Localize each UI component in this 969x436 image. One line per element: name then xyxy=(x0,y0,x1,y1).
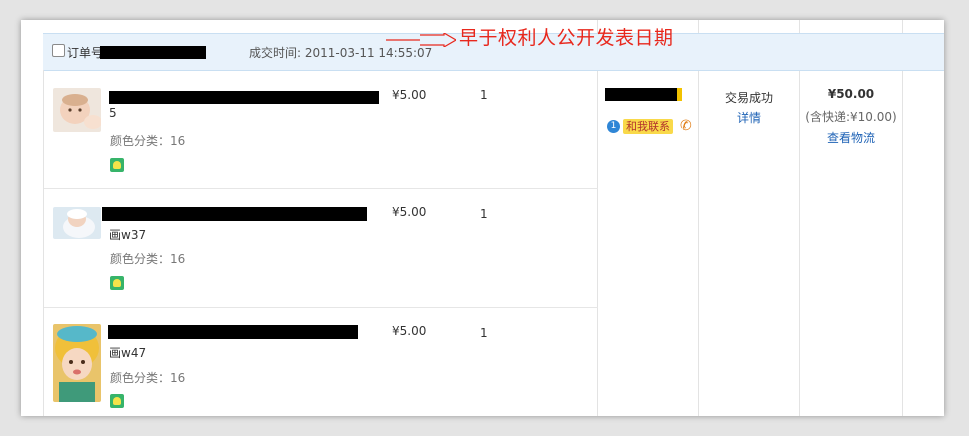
order-number-redacted xyxy=(100,46,206,59)
arrow-right-icon xyxy=(386,33,456,47)
tag-icon xyxy=(110,394,124,408)
column-divider xyxy=(799,20,800,416)
seller-badge-icon xyxy=(677,88,682,101)
shipping-fee: (含快递:¥10.00) xyxy=(805,110,897,124)
item-price: ¥5.00 xyxy=(392,205,427,219)
list-item: 画w47 颜色分类：16 ¥5.00 1 xyxy=(44,308,598,416)
item-price: ¥5.00 xyxy=(392,324,427,338)
trade-status: 交易成功 xyxy=(724,91,773,105)
product-title-redacted[interactable] xyxy=(108,325,358,339)
order-total: ¥50.00 xyxy=(827,87,875,101)
product-title-redacted[interactable] xyxy=(109,91,379,104)
annotation-note: 早于权利人公开发表日期 xyxy=(459,27,674,49)
tag-icon xyxy=(110,158,124,172)
product-title-tail[interactable]: 画w47 xyxy=(109,344,146,361)
color-category: 颜色分类：16 xyxy=(110,252,186,266)
list-item: 5 颜色分类：16 ¥5.00 1 xyxy=(44,70,598,189)
list-item: 画w37 颜色分类：16 ¥5.00 1 xyxy=(44,189,598,308)
color-category: 颜色分类：16 xyxy=(110,371,186,385)
order-number-label: 订单号 xyxy=(67,46,104,60)
item-list: 5 颜色分类：16 ¥5.00 1 画w37 颜色分类：16 ¥5.00 1 画… xyxy=(43,70,598,416)
order-panel: 订单号 成交时间: 2011-03-11 14:55:07 早于权利人公开发表日… xyxy=(21,20,944,416)
item-price: ¥5.00 xyxy=(392,88,427,102)
contact-label: 和我联系 xyxy=(623,118,673,134)
order-detail-link[interactable]: 详情 xyxy=(699,109,799,126)
chat-status-icon: 1 xyxy=(607,119,620,133)
order-select-checkbox[interactable] xyxy=(52,44,65,57)
seller-name-redacted[interactable] xyxy=(605,88,677,101)
contact-seller-button[interactable]: 1 和我联系 ✆ xyxy=(607,118,692,134)
item-quantity: 1 xyxy=(480,326,488,340)
product-title-redacted[interactable] xyxy=(102,207,367,221)
product-title-tail[interactable]: 5 xyxy=(109,106,117,120)
product-thumbnail[interactable] xyxy=(53,324,101,402)
product-title-tail[interactable]: 画w37 xyxy=(109,226,146,243)
column-divider xyxy=(902,20,903,416)
product-thumbnail[interactable] xyxy=(53,88,101,132)
tag-icon xyxy=(110,276,124,290)
phone-icon[interactable]: ✆ xyxy=(680,118,692,134)
item-quantity: 1 xyxy=(480,207,488,221)
color-category: 颜色分类：16 xyxy=(110,134,186,148)
item-quantity: 1 xyxy=(480,88,488,102)
column-divider xyxy=(698,20,699,416)
product-thumbnail[interactable] xyxy=(53,207,101,239)
view-logistics-link[interactable]: 查看物流 xyxy=(799,129,903,146)
